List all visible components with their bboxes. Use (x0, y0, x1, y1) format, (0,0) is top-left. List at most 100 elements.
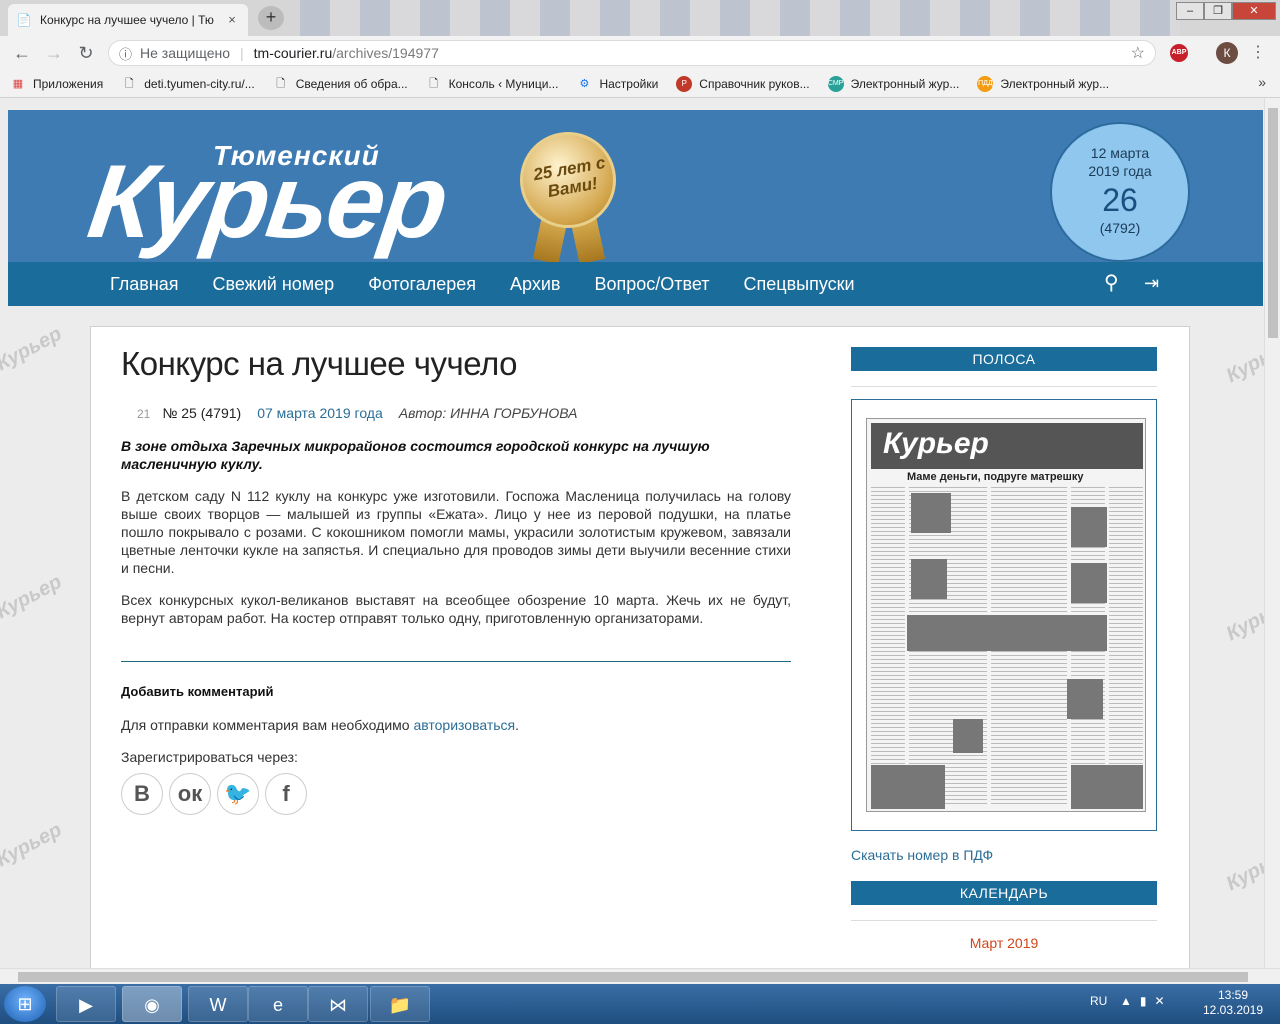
info-icon[interactable]: ⓘ (119, 44, 132, 63)
nav-home[interactable]: Главная (110, 274, 179, 295)
bookmark-apps[interactable]: ▦ Приложения (10, 76, 103, 92)
bookmark-item[interactable]: ⚙ Настройки (576, 76, 659, 92)
page-icon: 🗋 (429, 77, 439, 90)
watermark: Курьер (1222, 842, 1264, 896)
pdu-icon: Р (676, 75, 693, 92)
nav-archive[interactable]: Архив (510, 274, 560, 295)
visual-studio-icon[interactable]: ⋈ (308, 986, 368, 1022)
profile-avatar[interactable]: К (1216, 42, 1238, 64)
bookmarks-overflow-icon[interactable]: » (1258, 74, 1266, 90)
login-link[interactable]: авторизоваться (413, 717, 515, 733)
newspaper-photo (871, 765, 945, 809)
horizontal-scrollbar[interactable] (0, 968, 1280, 984)
newspaper-photo (911, 559, 947, 599)
bookmark-item[interactable]: 🗋 deti.tyumen-city.ru/... (121, 76, 255, 92)
sidebar: ПОЛОСА Курьер Маме деньги, подруге матре… (851, 347, 1157, 951)
browser-menu-icon[interactable]: ⋮ (1250, 42, 1266, 64)
article-paragraph: В детском саду N 112 куклу на конкурс уж… (121, 488, 791, 576)
search-icon[interactable]: ⚲ (1104, 272, 1126, 294)
newspaper-photo (911, 493, 951, 533)
divider (851, 371, 1157, 387)
facebook-icon[interactable]: f (265, 773, 307, 815)
tray-icons[interactable]: ▲▮✕ (1120, 994, 1173, 1008)
minimize-button[interactable]: – (1176, 2, 1204, 20)
nav-qa[interactable]: Вопрос/Ответ (594, 274, 709, 295)
adblock-extension-icon[interactable]: ABP (1170, 44, 1188, 62)
reload-button[interactable]: ↻ (74, 42, 98, 64)
bookmark-item[interactable]: ПДД Электронный жур... (977, 75, 1110, 92)
newspaper-column (1109, 487, 1143, 807)
language-indicator[interactable]: RU (1090, 994, 1107, 1008)
chrome-icon[interactable]: ◉ (122, 986, 182, 1022)
word-icon[interactable]: W (188, 986, 248, 1022)
bookmark-label: deti.tyumen-city.ru/... (144, 76, 255, 91)
bookmark-label: Консоль ‹ Муници... (448, 76, 559, 91)
tabstrip-background (300, 0, 1180, 36)
article-paragraph: Всех конкурсных кукол-великанов выставят… (121, 592, 791, 626)
bookmark-label: Электронный жур... (1000, 76, 1110, 91)
current-date: 12 марта (1090, 145, 1150, 161)
internet-explorer-icon[interactable]: e (248, 986, 308, 1022)
bookmark-item[interactable]: СМР Электронный жур... (827, 75, 960, 92)
browser-toolbar: ← → ↻ ⓘ Не защищено | tm-courier.ru /arc… (0, 36, 1280, 70)
comment-note: Для отправки комментария вам необходимо … (121, 717, 791, 733)
issue-number: 26 (1102, 182, 1138, 218)
tab-strip: 📄 Конкурс на лучшее чучело | Тю × + – ❐ … (0, 0, 1280, 36)
content-area: Конкурс на лучшее чучело 21 № 25 (4791) … (90, 326, 1190, 968)
bookmark-star-icon[interactable]: ☆ (1131, 43, 1145, 63)
article-meta: 21 № 25 (4791) 07 марта 2019 года Автор:… (121, 405, 791, 421)
browser-tab-active[interactable]: 📄 Конкурс на лучшее чучело | Тю × (8, 4, 248, 36)
bookmark-item[interactable]: 🗋 Сведения об обра... (273, 76, 407, 92)
newspaper-column (871, 487, 905, 807)
scroll-thumb[interactable] (18, 972, 1248, 982)
anniversary-medal: 25 лет с Вами! (520, 132, 616, 228)
watermark: Курьер (0, 818, 66, 872)
nav-special-issues[interactable]: Спецвыпуски (744, 274, 855, 295)
view-count: 21 (137, 407, 151, 421)
bookmark-label: Приложения (33, 76, 104, 91)
login-icon[interactable]: ⇥ (1144, 272, 1166, 294)
vertical-scrollbar[interactable] (1264, 98, 1280, 968)
address-path: /archives/194977 (332, 45, 439, 61)
system-clock[interactable]: 13:59 12.03.2019 (1196, 988, 1270, 1018)
bookmark-label: Электронный жур... (850, 76, 960, 91)
newspaper-photo (1071, 507, 1107, 547)
tab-close-icon[interactable]: × (224, 12, 240, 28)
scroll-thumb[interactable] (1268, 108, 1278, 338)
clock-date: 12.03.2019 (1202, 1003, 1264, 1017)
social-login-buttons: В ок 🐦 f (121, 773, 791, 815)
tab-title: Конкурс на лучшее чучело | Тю (40, 13, 214, 27)
back-button[interactable]: ← (10, 42, 34, 64)
nav-photo-gallery[interactable]: Фотогалерея (368, 274, 476, 295)
maximize-button[interactable]: ❐ (1204, 2, 1232, 20)
medal-text: 25 лет с Вами! (531, 152, 607, 202)
address-bar[interactable]: ⓘ Не защищено | tm-courier.ru /archives/… (108, 40, 1156, 66)
article-date-link[interactable]: 07 марта 2019 года (257, 405, 383, 421)
page-icon: 🗋 (124, 77, 134, 90)
newspaper-photo (907, 615, 1107, 651)
current-year: 2019 года (1088, 163, 1152, 179)
download-pdf-link[interactable]: Скачать номер в ПДФ (851, 847, 1157, 863)
vk-icon[interactable]: В (121, 773, 163, 815)
gear-icon: ⚙ (579, 77, 590, 90)
calendar-month: Март 2019 (969, 935, 1039, 951)
odnoklassniki-icon[interactable]: ок (169, 773, 211, 815)
bookmark-item[interactable]: Р Справочник руков... (676, 75, 810, 92)
watermark: Курьер (0, 570, 66, 624)
twitter-icon[interactable]: 🐦 (217, 773, 259, 815)
new-tab-button[interactable]: + (258, 6, 284, 30)
site-logo[interactable]: Курьер (82, 144, 453, 260)
forward-button[interactable]: → (42, 42, 66, 64)
article-lead: В зоне отдыха Заречных микрорайонов сост… (121, 438, 710, 472)
watermark: Курьер (1222, 592, 1264, 646)
start-button[interactable]: ⊞ (4, 986, 46, 1022)
page-icon: 🗋 (276, 77, 286, 90)
newspaper-page-preview[interactable]: Курьер Маме деньги, подруге матрешку (851, 399, 1157, 831)
file-explorer-icon[interactable]: 📁 (370, 986, 430, 1022)
address-separator: | (240, 45, 244, 61)
newspaper-logo: Курьер (883, 427, 989, 460)
window-close-button[interactable]: ✕ (1232, 2, 1276, 20)
bookmark-item[interactable]: 🗋 Консоль ‹ Муници... (426, 76, 559, 92)
media-player-icon[interactable]: ▶ (56, 986, 116, 1022)
nav-latest-issue[interactable]: Свежий номер (213, 274, 335, 295)
